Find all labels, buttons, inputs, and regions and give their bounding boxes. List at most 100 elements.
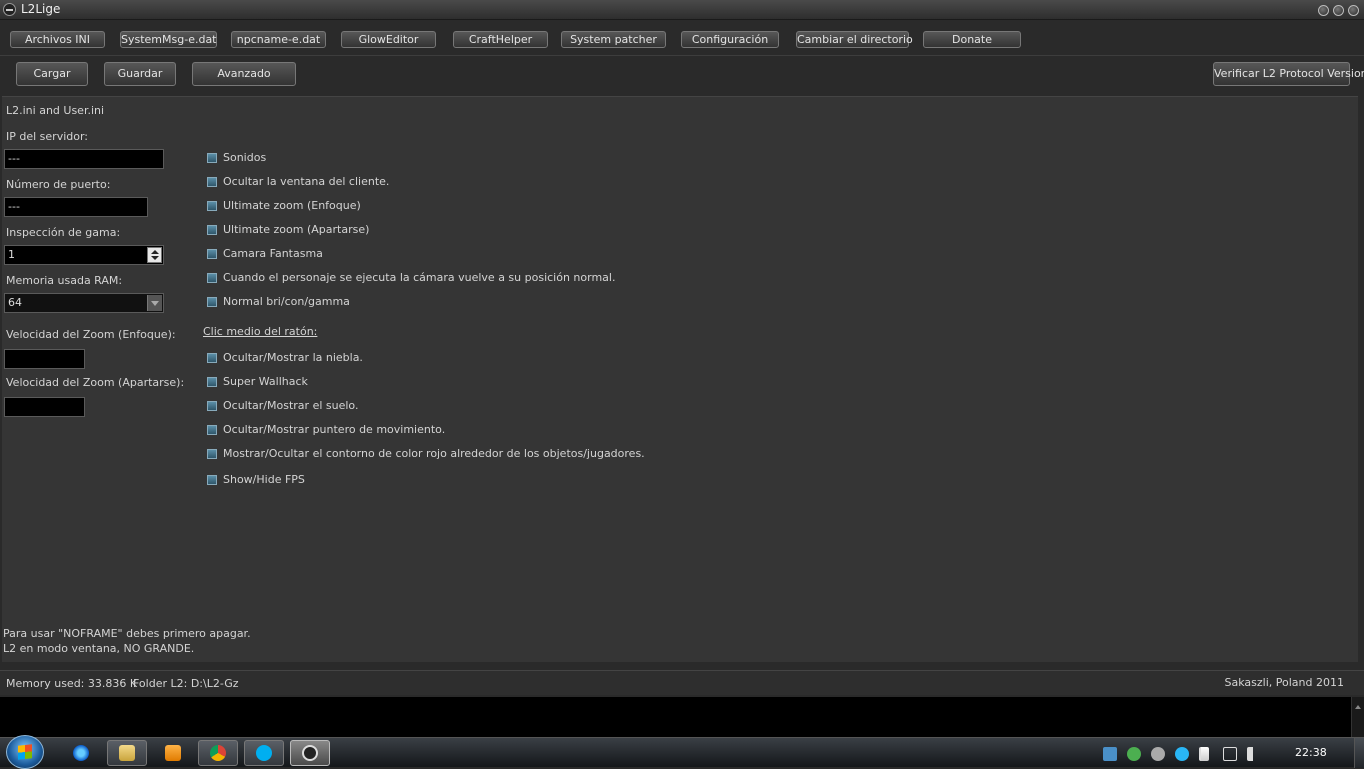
menu-donate-button[interactable]: Donate [923,31,1021,48]
start-button[interactable] [6,735,44,769]
mouse-option-outline-checkbox[interactable]: Mostrar/Ocultar el contorno de color roj… [207,447,645,460]
ram-label: Memoria usada RAM: [6,274,123,287]
show-desktop-button[interactable] [1354,738,1364,768]
settings-panel [2,96,1358,662]
media-player-icon [165,745,181,761]
zoom-in-speed-label: Velocidad del Zoom (Enfoque): [6,328,176,341]
checkbox-icon[interactable] [207,152,217,163]
checkbox-icon[interactable] [207,352,217,363]
mouse-middle-click-heading: Clic medio del ratón: [203,325,318,338]
minimize-button[interactable] [1318,5,1329,16]
sync-icon[interactable] [1175,747,1189,761]
gamma-value: 1 [8,248,15,261]
taskbar-l2lige[interactable] [290,740,330,766]
option-hide-client-checkbox[interactable]: Ocultar la ventana del cliente. [207,175,389,188]
volume-icon[interactable] [1247,747,1259,761]
port-input[interactable]: --- [4,197,148,217]
server-ip-label: IP del servidor: [6,130,89,143]
memory-used-text: Memory used: 33.836 K [6,677,138,690]
option-label: Show/Hide FPS [223,473,305,486]
option-sounds-checkbox[interactable]: Sonidos [207,151,266,164]
clock[interactable]: 22:38 [1295,746,1327,759]
taskbar-explorer[interactable] [107,740,147,766]
option-ultimate-zoom-in-checkbox[interactable]: Ultimate zoom (Enfoque) [207,199,361,212]
menu-systemmsg-button[interactable]: SystemMsg-e.dat [120,31,217,48]
folder-path-text: Folder L2: D:\L2-Gz [133,677,239,690]
option-label: Sonidos [223,151,267,164]
ram-value: 64 [8,296,22,309]
option-ghost-camera-checkbox[interactable]: Camara Fantasma [207,247,323,260]
ram-select[interactable]: 64 [4,293,164,313]
network-icon[interactable] [1223,747,1237,761]
antivirus-icon[interactable] [1127,747,1141,761]
title-bar: L2Lige [0,0,1364,20]
window-title: L2Lige [21,2,61,16]
verify-protocol-button[interactable]: Verificar L2 Protocol Version [1213,62,1364,86]
checkbox-icon[interactable] [207,248,217,259]
checkbox-icon[interactable] [207,448,217,459]
option-ultimate-zoom-out-checkbox[interactable]: Ultimate zoom (Apartarse) [207,223,369,236]
chrome-icon [210,745,226,761]
menu-npcname-button[interactable]: npcname-e.dat [231,31,326,48]
checkbox-icon[interactable] [207,296,217,307]
option-label: Cuando el personaje se ejecuta la cámara… [223,271,616,284]
server-ip-input[interactable]: --- [4,149,164,169]
mouse-option-wallhack-checkbox[interactable]: Super Wallhack [207,375,308,388]
checkbox-icon[interactable] [207,424,217,435]
taskbar-skype[interactable] [244,740,284,766]
checkbox-icon[interactable] [207,400,217,411]
credit-text: Sakaszli, Poland 2011 [1224,676,1344,689]
checkbox-icon[interactable] [207,272,217,283]
option-label: Ocultar/Mostrar la niebla. [223,351,363,364]
folder-icon [119,745,135,761]
scrollbar[interactable] [1351,697,1364,737]
zoom-out-speed-input[interactable] [4,397,85,417]
menu-gloweditor-button[interactable]: GlowEditor [341,31,436,48]
menu-archivos-ini-button[interactable]: Archivos INI [10,31,105,48]
checkbox-icon[interactable] [207,224,217,235]
app-icon [3,3,16,16]
zoom-in-speed-input[interactable] [4,349,85,369]
option-label: Super Wallhack [223,375,308,388]
internet-explorer-icon [73,745,89,761]
mouse-option-fog-checkbox[interactable]: Ocultar/Mostrar la niebla. [207,351,363,364]
gamma-label: Inspección de gama: [6,226,121,239]
checkbox-icon[interactable] [207,176,217,187]
close-button[interactable] [1348,5,1359,16]
save-button[interactable]: Guardar [104,62,176,86]
menu-cambiar-directorio-button[interactable]: Cambiar el directorio [796,31,913,48]
option-camera-reset-checkbox[interactable]: Cuando el personaje se ejecuta la cámara… [207,271,615,284]
menu-configuracion-button[interactable]: Configuración [681,31,779,48]
flag-icon[interactable] [1199,747,1209,761]
noframe-note-line1: Para usar "NOFRAME" debes primero apagar… [3,627,251,640]
menu-system-patcher-button[interactable]: System patcher [561,31,666,48]
option-label: Normal bri/con/gamma [223,295,350,308]
option-label: Ultimate zoom (Apartarse) [223,223,370,236]
update-icon[interactable] [1151,747,1165,761]
taskbar-chrome[interactable] [198,740,238,766]
load-button[interactable]: Cargar [16,62,88,86]
taskbar-internet-explorer[interactable] [61,740,101,766]
mouse-option-pointer-checkbox[interactable]: Ocultar/Mostrar puntero de movimiento. [207,423,445,436]
option-label: Mostrar/Ocultar el contorno de color roj… [223,447,645,460]
skype-icon [256,745,272,761]
menu-crafthelper-button[interactable]: CraftHelper [453,31,548,48]
divider [0,55,1364,56]
chevron-down-icon[interactable] [147,295,162,311]
l2lige-icon [302,745,318,761]
network-manager-icon[interactable] [1103,747,1117,761]
option-label: Ultimate zoom (Enfoque) [223,199,361,212]
option-normal-gamma-checkbox[interactable]: Normal bri/con/gamma [207,295,350,308]
status-bar: Memory used: 33.836 K Folder L2: D:\L2-G… [0,670,1364,695]
checkbox-icon[interactable] [207,200,217,211]
mouse-option-ground-checkbox[interactable]: Ocultar/Mostrar el suelo. [207,399,358,412]
advanced-button[interactable]: Avanzado [192,62,296,86]
checkbox-icon[interactable] [207,474,217,485]
maximize-button[interactable] [1333,5,1344,16]
mouse-option-fps-checkbox[interactable]: Show/Hide FPS [207,473,305,486]
zoom-out-speed-label: Velocidad del Zoom (Apartarse): [6,376,185,389]
checkbox-icon[interactable] [207,376,217,387]
gamma-spinbox[interactable]: 1 [4,245,164,265]
spinner-arrows-icon[interactable] [147,247,162,263]
taskbar-media-player[interactable] [153,740,193,766]
